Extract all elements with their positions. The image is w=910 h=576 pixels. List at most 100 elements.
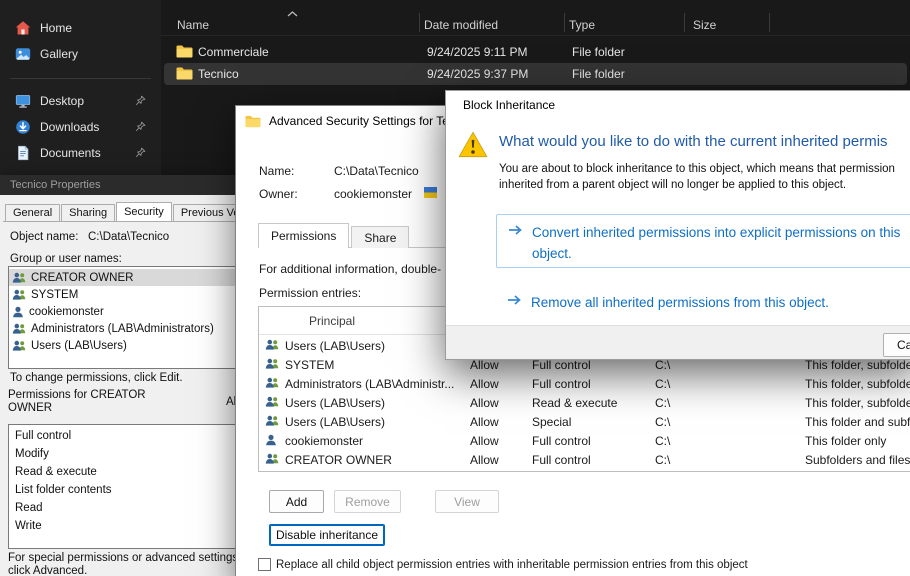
group-icon bbox=[265, 339, 279, 351]
column-divider[interactable] bbox=[564, 13, 565, 32]
permission-entry-row[interactable]: Users (LAB\Users) Allow Read & execute C… bbox=[260, 393, 910, 412]
file-list-header: Name Date modified Type Size bbox=[161, 10, 910, 36]
user-icon bbox=[265, 434, 277, 446]
permission-label: List folder contents bbox=[15, 484, 112, 496]
entry-type: Allow bbox=[470, 453, 499, 467]
column-header-size[interactable]: Size bbox=[693, 18, 716, 32]
block-inheritance-dialog: Block Inheritance What would you like to… bbox=[445, 90, 910, 360]
column-header-name[interactable]: Name bbox=[177, 18, 209, 32]
entry-type: Allow bbox=[470, 415, 499, 429]
owner-label: Owner: bbox=[259, 187, 298, 201]
entry-access: Full control bbox=[532, 377, 591, 391]
replace-permissions-label: Replace all child object permission entr… bbox=[276, 559, 748, 571]
tab-security[interactable]: Security bbox=[116, 202, 172, 221]
permission-entry-row[interactable]: CREATOR OWNER Allow Full control C:\ Sub… bbox=[260, 450, 910, 469]
block-inheritance-title: Block Inheritance bbox=[446, 91, 910, 119]
entry-access: Full control bbox=[532, 358, 591, 372]
group-item-label: Users (LAB\Users) bbox=[31, 340, 127, 352]
entry-inherited-from: C:\ bbox=[655, 358, 670, 372]
home-icon bbox=[15, 20, 31, 36]
sidebar-item-label: Gallery bbox=[40, 47, 78, 61]
remove-button[interactable]: Remove bbox=[334, 490, 401, 513]
pin-icon bbox=[135, 121, 146, 132]
group-icon bbox=[265, 377, 279, 389]
group-item-label: Administrators (LAB\Administrators) bbox=[31, 323, 214, 335]
user-icon bbox=[12, 306, 24, 318]
convert-permissions-command-link[interactable]: Convert inherited permissions into expli… bbox=[496, 214, 910, 268]
group-icon bbox=[12, 323, 26, 335]
command-link-label: Convert inherited permissions into expli… bbox=[532, 222, 910, 264]
permission-entry-row[interactable]: Users (LAB\Users) Allow Special C:\ This… bbox=[260, 412, 910, 431]
file-row-tecnico[interactable]: Tecnico 9/24/2025 9:37 PM File folder bbox=[164, 63, 907, 85]
view-button[interactable]: View bbox=[435, 490, 499, 513]
sidebar-separator bbox=[10, 78, 151, 79]
tab-general[interactable]: General bbox=[5, 204, 60, 221]
entry-applies-to: This folder only bbox=[805, 434, 886, 448]
dialog-body-line1: You are about to block inheritance to th… bbox=[499, 163, 895, 175]
downloads-icon bbox=[15, 119, 31, 135]
column-divider[interactable] bbox=[684, 13, 685, 32]
permission-entry-row[interactable]: cookiemonster Allow Full control C:\ Thi… bbox=[260, 431, 910, 450]
permission-label: Read bbox=[15, 502, 43, 514]
entry-principal: Users (LAB\Users) bbox=[285, 396, 385, 410]
dialog-footer bbox=[446, 325, 910, 360]
pin-icon bbox=[135, 95, 146, 106]
entry-principal: Administrators (LAB\Administr... bbox=[285, 377, 454, 391]
entry-principal: cookiemonster bbox=[285, 434, 363, 448]
file-name: Commerciale bbox=[198, 45, 269, 59]
file-type: File folder bbox=[572, 67, 625, 81]
owner-badge-icon bbox=[424, 187, 437, 198]
entry-inherited-from: C:\ bbox=[655, 415, 670, 429]
entry-type: Allow bbox=[470, 377, 499, 391]
column-header-date-modified[interactable]: Date modified bbox=[424, 18, 498, 32]
permission-label: Full control bbox=[15, 430, 71, 442]
entry-inherited-from: C:\ bbox=[655, 434, 670, 448]
folder-icon bbox=[176, 67, 193, 80]
advanced-note: For special permissions or advanced sett… bbox=[8, 552, 248, 576]
entry-principal: SYSTEM bbox=[285, 358, 334, 372]
entry-applies-to: This folder, subfolde... bbox=[805, 358, 910, 372]
cancel-button[interactable]: Ca bbox=[883, 333, 910, 357]
group-icon bbox=[12, 272, 26, 284]
entry-inherited-from: C:\ bbox=[655, 396, 670, 410]
tab-share[interactable]: Share bbox=[351, 226, 409, 248]
folder-lock-icon bbox=[245, 115, 261, 128]
entry-access: Full control bbox=[532, 453, 591, 467]
sidebar-item-gallery[interactable]: Gallery bbox=[5, 41, 156, 66]
tab-permissions[interactable]: Permissions bbox=[258, 223, 349, 248]
group-item-label: SYSTEM bbox=[31, 289, 78, 301]
column-header-principal[interactable]: Principal bbox=[309, 314, 355, 328]
sort-ascending-icon bbox=[287, 11, 298, 17]
sidebar-item-documents[interactable]: Documents bbox=[5, 140, 156, 165]
entry-type: Allow bbox=[470, 396, 499, 410]
name-label: Name: bbox=[259, 164, 294, 178]
permission-label: Modify bbox=[15, 448, 49, 460]
remove-permissions-command-link[interactable]: Remove all inherited permissions from th… bbox=[496, 287, 910, 321]
tab-sharing[interactable]: Sharing bbox=[61, 204, 115, 221]
sidebar-item-home[interactable]: Home bbox=[5, 15, 156, 40]
replace-permissions-checkbox[interactable] bbox=[258, 558, 271, 571]
file-date: 9/24/2025 9:37 PM bbox=[427, 67, 528, 81]
add-button[interactable]: Add bbox=[269, 490, 324, 513]
group-icon bbox=[12, 289, 26, 301]
sidebar-item-label: Desktop bbox=[40, 94, 84, 108]
column-divider[interactable] bbox=[769, 13, 770, 32]
entry-inherited-from: C:\ bbox=[655, 377, 670, 391]
dialog-body-line2: inherited from a parent object will no l… bbox=[499, 179, 846, 191]
disable-inheritance-button[interactable]: Disable inheritance bbox=[269, 524, 385, 546]
column-header-type[interactable]: Type bbox=[569, 18, 595, 32]
entry-applies-to: This folder, subfolde... bbox=[805, 377, 910, 391]
advanced-title: Advanced Security Settings for Te bbox=[269, 114, 449, 128]
name-value: C:\Data\Tecnico bbox=[334, 164, 419, 178]
sidebar-item-desktop[interactable]: Desktop bbox=[5, 88, 156, 113]
entry-applies-to: This folder, subfolde... bbox=[805, 396, 910, 410]
object-name-label: Object name: bbox=[10, 231, 78, 243]
file-row-commerciale[interactable]: Commerciale 9/24/2025 9:11 PM File folde… bbox=[164, 41, 907, 63]
info-note: For additional information, double- bbox=[259, 262, 441, 276]
sidebar-item-downloads[interactable]: Downloads bbox=[5, 114, 156, 139]
column-divider[interactable] bbox=[419, 13, 420, 32]
file-date: 9/24/2025 9:11 PM bbox=[427, 45, 528, 59]
entry-access: Special bbox=[532, 415, 571, 429]
entry-applies-to: This folder and subf... bbox=[805, 415, 910, 429]
permission-entry-row[interactable]: Administrators (LAB\Administr... Allow F… bbox=[260, 374, 910, 393]
